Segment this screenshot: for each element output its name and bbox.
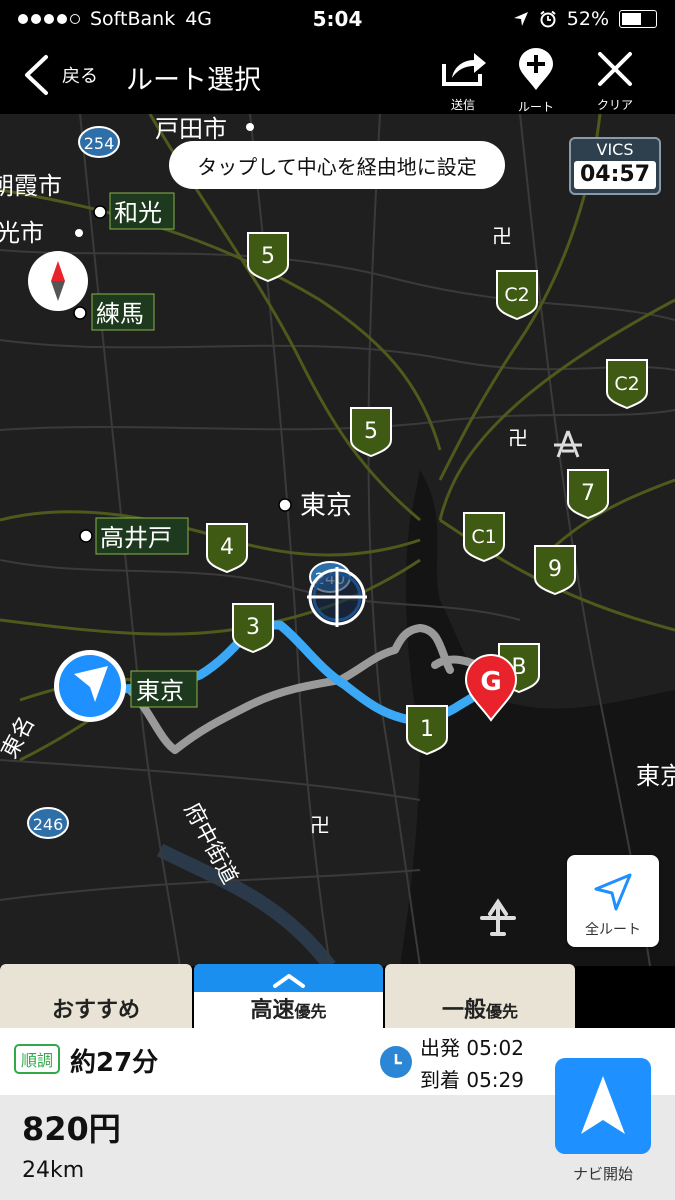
clear-button[interactable]: クリア: [580, 48, 650, 113]
svg-text:C2: C2: [614, 373, 639, 395]
route-label: ルート: [517, 100, 554, 114]
toll-fee: 820円: [22, 1110, 121, 1148]
clock-icon: [380, 1046, 412, 1078]
tab-recommended[interactable]: おすすめ: [0, 964, 192, 1028]
all-route-label: 全ルート: [585, 922, 641, 938]
nav-start-label: ナビ開始: [572, 1165, 633, 1183]
svg-text:246: 246: [33, 815, 64, 834]
place-label: 東京: [300, 491, 352, 521]
tab-active-indicator: [194, 964, 383, 992]
svg-text:1: 1: [420, 717, 434, 742]
svg-text:C2: C2: [504, 284, 529, 306]
place-label: 光市: [0, 219, 44, 247]
map-view[interactable]: 卍 卍 卍 戸田市 和光 光市 朝霞市 練馬 東京 高井戸 東京 東京 府中街道…: [0, 114, 675, 966]
svg-text:卍: 卍: [508, 426, 528, 450]
page-title: ルート選択: [126, 65, 261, 96]
navigation-arrow-icon: [594, 873, 632, 911]
tab-general-sub: 優先: [486, 1002, 519, 1021]
clear-label: クリア: [596, 98, 633, 112]
vics-badge: VICS 04:57: [569, 137, 661, 195]
svg-text:C1: C1: [471, 526, 496, 548]
chevron-left-icon: [25, 55, 48, 95]
place-label: 東京: [136, 677, 184, 705]
route-distance: 24km: [22, 1158, 85, 1183]
tab-recommended-label: おすすめ: [51, 998, 140, 1023]
svg-text:9: 9: [548, 557, 562, 582]
battery-percent: 52%: [566, 8, 609, 30]
battery-icon: [619, 10, 657, 28]
compass-button[interactable]: [28, 251, 88, 311]
route-type-tabs: おすすめ 高速優先 一般優先: [0, 964, 675, 1028]
tab-highway[interactable]: 高速優先: [194, 964, 383, 1028]
vics-time: 04:57: [574, 161, 656, 189]
vics-label: VICS: [596, 140, 634, 159]
svg-text:G: G: [480, 667, 501, 697]
compass-icon: [51, 261, 65, 301]
depart-time: 出発 05:02: [420, 1036, 524, 1060]
waypoint-hint: タップして中心を経由地に設定: [169, 141, 505, 189]
place-label: 練馬: [96, 300, 144, 328]
alarm-icon: [540, 10, 556, 28]
map-canvas[interactable]: 卍 卍 卍 戸田市 和光 光市 朝霞市 練馬 東京 高井戸 東京 東京 府中街道…: [0, 114, 675, 966]
arrive-time: 到着 05:29: [420, 1068, 524, 1092]
route-button[interactable]: ルート: [501, 48, 571, 115]
nav-start-button[interactable]: [555, 1058, 651, 1154]
svg-text:5: 5: [261, 244, 275, 269]
chevron-up-icon: [272, 974, 305, 988]
place-label: 和光: [114, 199, 162, 227]
send-label: 送信: [450, 98, 475, 112]
nav-bar: 戻る ルート選択 送信 ルート クリア: [0, 40, 675, 114]
tab-general[interactable]: 一般優先: [385, 964, 575, 1028]
route-times: 出発 05:02 到着 05:29: [420, 1032, 524, 1096]
svg-text:254: 254: [84, 134, 115, 153]
tab-highway-sub: 優先: [294, 1002, 327, 1021]
add-waypoint-icon: [519, 48, 553, 90]
tab-highway-label: 高速: [250, 998, 295, 1023]
svg-text:3: 3: [246, 615, 260, 640]
close-icon: [598, 52, 632, 86]
place-label: 高井戸: [100, 524, 172, 552]
share-icon: [442, 53, 486, 86]
svg-text:7: 7: [581, 481, 595, 506]
svg-text:4: 4: [220, 535, 234, 560]
navigation-start-icon: [581, 1076, 625, 1134]
send-button[interactable]: 送信: [428, 48, 498, 113]
all-route-button[interactable]: 全ルート: [567, 855, 659, 947]
traffic-status-badge: 順調: [14, 1044, 60, 1074]
place-label: 朝霞市: [0, 172, 62, 200]
tab-general-label: 一般: [441, 998, 486, 1023]
place-label: 東京: [636, 762, 675, 790]
svg-text:卍: 卍: [310, 813, 330, 837]
svg-text:卍: 卍: [492, 224, 512, 248]
current-location-marker: [54, 650, 126, 722]
location-arrow-icon: [513, 12, 528, 26]
back-label: 戻る: [62, 66, 98, 87]
status-bar: SoftBank 4G 5:04 52%: [0, 0, 675, 40]
place-label: 戸田市: [155, 115, 227, 143]
route-duration: 約27分: [70, 1048, 159, 1078]
svg-text:5: 5: [364, 419, 378, 444]
back-button[interactable]: 戻る: [22, 54, 98, 96]
